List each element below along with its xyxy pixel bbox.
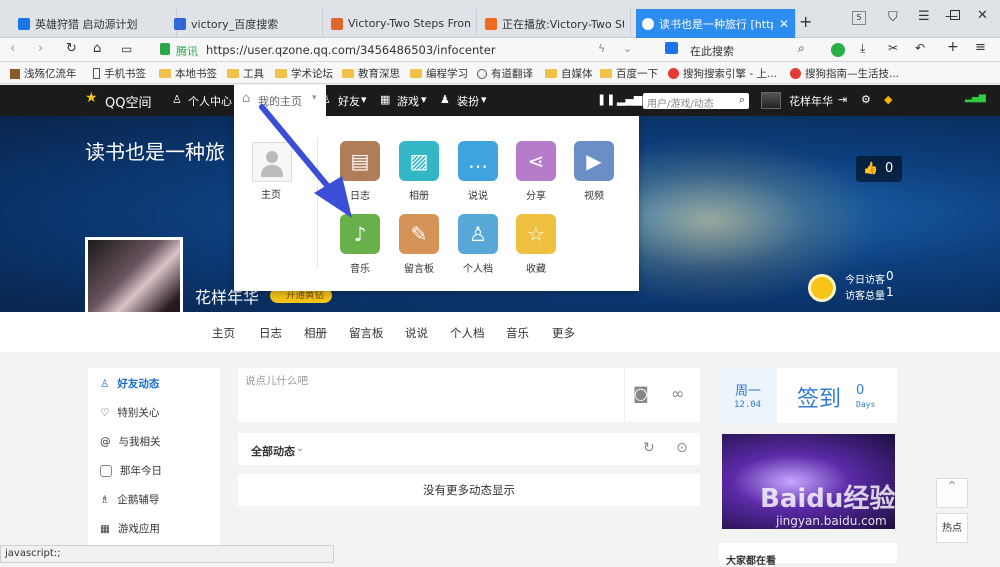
watermark-brand: Baidu经验 [760,484,896,514]
status-bar: javascript:; [0,545,334,563]
watermark-url: jingyan.baidu.com [776,514,887,528]
